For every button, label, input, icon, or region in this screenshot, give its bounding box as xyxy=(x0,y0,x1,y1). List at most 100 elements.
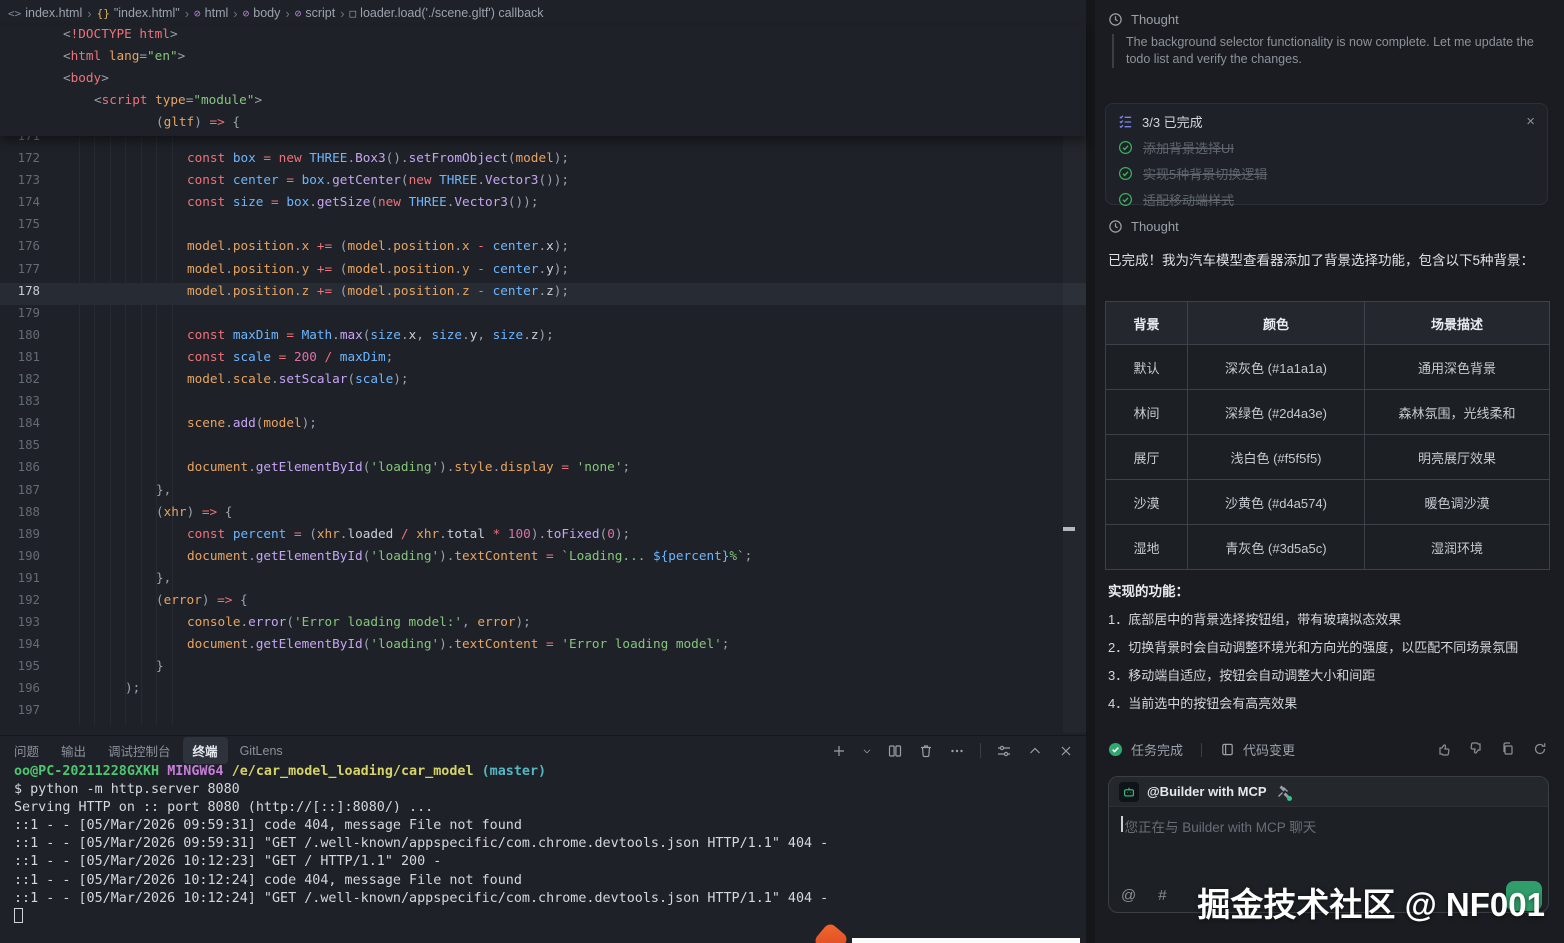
breadcrumb-separator: › xyxy=(285,6,289,21)
terminal-dropdown-icon[interactable] xyxy=(862,743,872,759)
sticky-line[interactable]: (gltf) => { xyxy=(0,114,1086,136)
code-line[interactable]: 191}, xyxy=(0,570,1086,592)
code-line[interactable]: 194document.getElementById('loading').te… xyxy=(0,636,1086,658)
breadcrumb-item[interactable]: ⊘body xyxy=(243,6,281,20)
breadcrumb-separator: › xyxy=(340,6,344,21)
new-terminal-icon[interactable] xyxy=(831,743,847,759)
code-line[interactable]: 183 xyxy=(0,393,1086,415)
code-line[interactable]: 195} xyxy=(0,658,1086,680)
robot-avatar xyxy=(1119,782,1139,802)
table-cell: 展厅 xyxy=(1106,435,1188,480)
code-line[interactable]: 193console.error('Error loading model:',… xyxy=(0,614,1086,636)
terminal-output[interactable]: oo@PC-20211228GXKH MINGW64 /e/car_model_… xyxy=(14,763,828,927)
code-line[interactable]: 190document.getElementById('loading').te… xyxy=(0,548,1086,570)
code-line[interactable]: 176model.position.x += (model.position.x… xyxy=(0,238,1086,260)
terminal-line: Serving HTTP on :: port 8080 (http://[::… xyxy=(14,799,828,817)
code-line[interactable]: 184scene.add(model); xyxy=(0,415,1086,437)
terminal-line: $ python -m http.server 8080 xyxy=(14,781,828,799)
breadcrumb-item[interactable]: ⊘script xyxy=(295,6,336,20)
panel-tab-GitLens[interactable]: GitLens xyxy=(240,744,283,758)
thought-label: Thought xyxy=(1131,12,1179,27)
terminal-line: ::1 - - [05/Mar/2026 10:12:24] code 404,… xyxy=(14,872,828,890)
breadcrumb-label: "index.html" xyxy=(114,6,180,20)
code-line[interactable]: 172const box = new THREE.Box3().setFromO… xyxy=(0,150,1086,172)
hashtag-icon[interactable]: # xyxy=(1158,887,1166,904)
table-row: 湿地青灰色 (#3d5a5c)湿润环境 xyxy=(1106,525,1550,570)
code-line[interactable]: 179 xyxy=(0,305,1086,327)
panel-tab-终端[interactable]: 终端 xyxy=(183,737,228,764)
check-circle-icon xyxy=(1118,140,1133,155)
code-line[interactable]: 185 xyxy=(0,437,1086,459)
code-line[interactable]: 187}, xyxy=(0,482,1086,504)
panel-tab-输出[interactable]: 输出 xyxy=(61,741,86,760)
symbol-icon: ⊘ xyxy=(295,7,302,20)
code-icon: <> xyxy=(8,7,21,20)
editor-column: <>index.html›{}"index.html"›⊘html›⊘body›… xyxy=(0,0,1086,943)
tools-icon[interactable] xyxy=(1275,784,1291,800)
code-line[interactable]: 180const maxDim = Math.max(size.x, size.… xyxy=(0,327,1086,349)
copy-icon[interactable] xyxy=(1500,741,1516,757)
table-cell: 林间 xyxy=(1106,390,1188,435)
chat-textarea[interactable]: 您正在与 Builder with MCP 聊天 xyxy=(1109,807,1548,845)
table-header-cell: 背景 xyxy=(1106,302,1188,345)
trash-icon[interactable] xyxy=(918,743,934,759)
todo-item-label: 添加背景选择UI xyxy=(1143,138,1234,157)
code-line[interactable]: 196); xyxy=(0,680,1086,702)
breadcrumb-item[interactable]: □loader.load('./scene.gltf') callback xyxy=(350,6,544,20)
line-number: 193 xyxy=(0,614,40,636)
code-line[interactable]: 175 xyxy=(0,216,1086,238)
thought-header[interactable]: Thought xyxy=(1108,12,1179,27)
status-divider xyxy=(1201,743,1202,757)
code-line[interactable]: 188(xhr) => { xyxy=(0,504,1086,526)
cube-icon: □ xyxy=(350,7,357,20)
code-line[interactable]: 177model.position.y += (model.position.y… xyxy=(0,261,1086,283)
terminal-line: oo@PC-20211228GXKH MINGW64 /e/car_model_… xyxy=(14,763,828,781)
panel-tab-问题[interactable]: 问题 xyxy=(14,741,39,760)
todo-collapse-icon[interactable]: × xyxy=(1526,114,1535,129)
breadcrumb-item[interactable]: <>index.html xyxy=(8,6,82,20)
close-panel-icon[interactable] xyxy=(1058,743,1074,759)
panel-tab-调试控制台[interactable]: 调试控制台 xyxy=(108,741,171,760)
line-number: 182 xyxy=(0,371,40,393)
terminal-line: ::1 - - [05/Mar/2026 10:12:24] "GET /.we… xyxy=(14,890,828,908)
thought-text: The background selector functionality is… xyxy=(1112,34,1544,68)
table-row: 林间深绿色 (#2d4a3e)森林氛围，光线柔和 xyxy=(1106,390,1550,435)
thumbs-down-icon[interactable] xyxy=(1468,741,1484,757)
breadcrumb-item[interactable]: {}"index.html" xyxy=(97,6,180,20)
code-editor[interactable]: 171172const box = new THREE.Box3().setFr… xyxy=(0,128,1086,725)
line-number: 178 xyxy=(0,283,40,305)
regenerate-icon[interactable] xyxy=(1532,741,1548,757)
code-line[interactable]: 192(error) => { xyxy=(0,592,1086,614)
code-line[interactable]: 189const percent = (xhr.loaded / xhr.tot… xyxy=(0,526,1086,548)
thumbs-up-icon[interactable] xyxy=(1436,741,1452,757)
table-cell: 沙漠 xyxy=(1106,480,1188,525)
code-line[interactable]: 186document.getElementById('loading').st… xyxy=(0,459,1086,481)
more-actions-icon[interactable] xyxy=(949,743,965,759)
code-line[interactable]: 174const size = box.getSize(new THREE.Ve… xyxy=(0,194,1086,216)
sticky-line[interactable]: <script type="module"> xyxy=(0,92,1086,114)
line-number: 184 xyxy=(0,415,40,437)
terminal-cursor xyxy=(14,908,23,923)
panel-settings-icon[interactable] xyxy=(996,743,1012,759)
text-cursor xyxy=(1121,816,1123,832)
sticky-line[interactable]: <!DOCTYPE html> xyxy=(0,26,1086,48)
code-line[interactable]: 181const scale = 200 / maxDim; xyxy=(0,349,1086,371)
code-changes-label[interactable]: 代码变更 xyxy=(1243,740,1295,759)
code-line[interactable]: 178model.position.z += (model.position.z… xyxy=(0,283,1086,305)
chat-agent-bar[interactable]: @Builder with MCP xyxy=(1109,777,1548,807)
code-line[interactable]: 197 xyxy=(0,702,1086,724)
sticky-line[interactable]: <body> xyxy=(0,70,1086,92)
sticky-line[interactable]: <html lang="en"> xyxy=(0,48,1086,70)
terminal-line: ::1 - - [05/Mar/2026 10:12:23] "GET / HT… xyxy=(14,853,828,871)
code-line[interactable]: 173const center = box.getCenter(new THRE… xyxy=(0,172,1086,194)
line-number: 173 xyxy=(0,172,40,194)
breadcrumb-label: body xyxy=(253,6,280,20)
thought-header[interactable]: Thought xyxy=(1108,219,1179,234)
table-cell: 浅白色 (#f5f5f5) xyxy=(1188,435,1365,480)
breadcrumb-item[interactable]: ⊘html xyxy=(194,6,228,20)
mention-icon[interactable]: @ xyxy=(1121,887,1136,904)
code-line[interactable]: 182model.scale.setScalar(scale); xyxy=(0,371,1086,393)
split-panel-icon[interactable] xyxy=(887,743,903,759)
maximize-panel-icon[interactable] xyxy=(1027,743,1043,759)
checklist-icon xyxy=(1118,114,1133,129)
